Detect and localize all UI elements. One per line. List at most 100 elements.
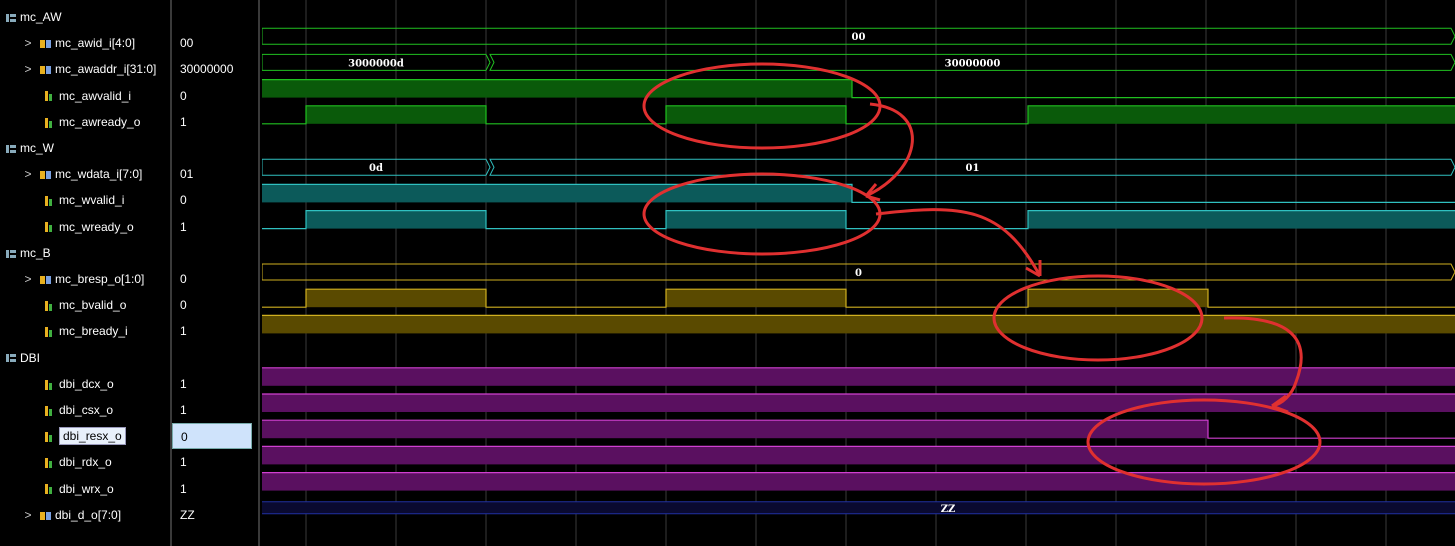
signal-name: mc_bvalid_o [59,298,127,313]
annotation-ellipse [1086,398,1322,486]
bus-value-label: 3000000d [348,58,404,69]
signal-value: 1 [180,324,187,339]
high-fill [262,367,1455,386]
bit-icon [45,484,52,495]
signal-row[interactable]: > mc_awaddr_i[31:0] [0,56,156,82]
signal-name: dbi_csx_o [59,403,114,417]
signal-row[interactable]: mc_wvalid_i [0,187,124,213]
signal-row[interactable]: dbi_wrx_o [0,476,114,502]
group-row[interactable]: DBI [0,345,40,371]
signal-name: mc_awid_i[4:0] [55,36,136,51]
annotation-arrow [865,102,914,198]
signal-row[interactable]: mc_awready_o [0,109,140,135]
signal-name: dbi_dcx_o [59,376,114,391]
annotation-arrow [875,208,1042,277]
high-fill [666,105,846,124]
signal-value-panel: 00 30000000 0 1 01 0 1 0 0 1 1 1 0 1 1 ZZ [172,0,258,546]
signal-name: mc_bready_i [59,324,128,339]
bit-icon [45,432,52,443]
signal-value: 0 [180,272,187,286]
signal-value: ZZ [180,507,195,522]
signal-name: mc_wdata_i[7:0] [55,167,143,182]
signal-name: mc_wready_o [59,219,134,234]
signal-row[interactable]: dbi_csx_o [0,397,113,423]
bus-icon [40,66,51,75]
bit-icon [45,117,52,128]
chevron-right-icon[interactable]: > [22,266,34,292]
group-row[interactable]: mc_AW [0,4,62,30]
high-fill [262,446,1455,465]
signal-row[interactable]: dbi_dcx_o [0,371,114,397]
bus-value-label: 0 [855,268,862,279]
signal-row[interactable]: mc_bvalid_o [0,292,126,318]
signal-name: mc_bresp_o[1:0] [55,272,145,286]
chevron-right-icon[interactable]: > [22,30,34,56]
bus-icon [40,511,51,520]
bit-icon [45,379,52,390]
bus-value-label: 0d [369,163,383,174]
signal-name-panel: mc_AW > mc_awid_i[4:0] > mc_awaddr_i[31:0]mc… [0,0,170,546]
signal-row[interactable]: mc_bready_i [0,318,128,344]
signal-value: 1 [180,455,187,470]
signal-value [172,240,252,266]
signal-value: 00 [180,36,194,51]
group-row[interactable]: mc_W [0,135,54,161]
signal-name: mc_awready_o [59,114,141,129]
signal-name: mc_AW [20,10,62,24]
signal-name: DBI [20,350,41,365]
bus-value-label: 00 [852,32,866,43]
signal-row[interactable]: mc_wready_o [0,214,134,240]
signal-row[interactable]: > dbi_d_o[7:0] [0,502,121,528]
signal-row[interactable]: > mc_awid_i[4:0] [0,30,135,56]
bus-icon [40,171,51,180]
signal-value: 1 [180,376,187,391]
time-ruler [262,0,1455,10]
high-fill [666,289,846,308]
signal-value: 1 [180,219,187,234]
signal-value: 30000000 [180,62,234,77]
signal-value[interactable]: 0 [172,423,252,450]
signal-row[interactable]: dbi_resx_o [0,423,126,449]
bit-icon [45,196,52,207]
chevron-right-icon[interactable]: > [22,502,34,528]
high-fill [306,105,486,124]
bus-icon [40,275,51,284]
bus-value-label: ZZ [941,504,956,515]
signal-value: 0 [180,298,187,313]
signal-row[interactable]: > mc_bresp_o[1:0] [0,266,144,292]
high-fill [306,289,486,308]
signal-name: dbi_wrx_o [59,481,114,496]
bus-value-label: 30000000 [945,58,1001,69]
signal-name: mc_awaddr_i[31:0] [55,62,157,77]
signal-value [172,345,252,371]
signal-value: 01 [180,167,194,182]
signal-name: mc_wvalid_i [59,193,125,208]
high-fill [262,420,1208,439]
signal-row[interactable]: mc_awvalid_i [0,83,131,109]
zz-bus-fill [262,501,1455,514]
chevron-right-icon[interactable]: > [22,161,34,187]
chevron-right-icon[interactable]: > [22,56,34,82]
signal-name: dbi_rdx_o [59,455,112,470]
signal-value: 0 [180,88,187,103]
bit-icon [45,91,52,102]
panel-divider[interactable] [258,0,260,546]
bit-icon [45,405,52,416]
bit-icon [45,458,52,469]
high-fill [262,184,852,203]
waveform-canvas[interactable]: 00 3000000d 30000000 0d 01 0 ZZ [262,0,1455,546]
high-fill [666,210,846,229]
high-fill [262,79,852,98]
signal-row[interactable]: > mc_wdata_i[7:0] [0,161,142,187]
signal-row[interactable]: dbi_rdx_o [0,449,112,475]
high-fill [306,210,486,229]
group-icon [6,249,16,258]
signal-name: mc_awvalid_i [59,88,132,103]
bus-icon [40,40,51,49]
signal-value: 1 [180,481,187,496]
signal-name: mc_W [20,141,54,155]
group-icon [6,13,16,22]
group-row[interactable]: mc_B [0,240,51,266]
bit-icon [45,301,52,312]
high-fill [1028,105,1455,124]
